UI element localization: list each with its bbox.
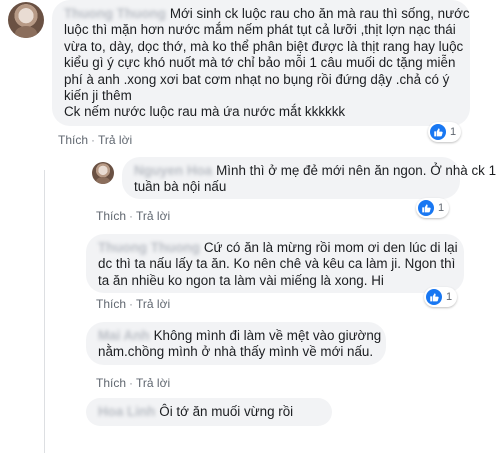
separator-dot: · <box>129 376 134 390</box>
comment-text-line: tuần bà nội nấu <box>134 179 227 195</box>
like-link[interactable]: Thích <box>96 376 126 390</box>
reply-link[interactable]: Trả lời <box>98 133 132 147</box>
comment-text-line: kiến ji thêm <box>64 88 132 104</box>
reaction-count: 1 <box>446 291 453 303</box>
comment-text-line: ta ăn nhiều ko ngon ta làm vài miếng là … <box>98 272 384 288</box>
comment-text-line: phí à anh .xong xơi bat cơm nhạt no bụng… <box>64 71 450 87</box>
comment-author[interactable]: Thuong Thuong <box>98 240 200 255</box>
comment-author[interactable]: Nguyen Hoa <box>134 163 212 178</box>
comment-text-line: vừa to, dày, dọc thớ, mà ko thể phân biệ… <box>64 38 464 54</box>
comment-text-line: dc thì ta nấu lấy ta ăn. Ko nên chê và k… <box>98 256 456 272</box>
comment-text-line: Ôi tớ ăn muối vừng rồi <box>159 404 294 419</box>
separator-dot: · <box>129 209 134 223</box>
like-link[interactable]: Thích <box>58 133 88 147</box>
comment-actions: Thích · Trả lời <box>96 376 170 390</box>
comment-actions: Thích · Trả lời <box>58 133 132 147</box>
comment-bubble: Thuong Thuong Mới sinh ck luộc rau cho ăn… <box>52 0 470 126</box>
reply-bubble: Hoa Linh Ôi tớ ăn muối vừng rồi <box>86 398 332 426</box>
reaction-count: 1 <box>450 126 457 138</box>
reply-link[interactable]: Trả lời <box>136 209 170 223</box>
comment-text-line: kiểu gì ý cực khó nuốt mà tớ chỉ bảo mỗi… <box>64 55 456 71</box>
thumbs-up-icon <box>426 289 442 305</box>
reply-link[interactable]: Trả lời <box>136 376 170 390</box>
like-link[interactable]: Thích <box>96 297 126 311</box>
reply-bubble: Mai Anh Không mình đi làm về mệt vào giườ… <box>86 322 386 365</box>
reply-bubble: Thuong Thuong Cứ có ăn là mừng rồi mom ơi… <box>86 234 464 293</box>
reaction-badge[interactable]: 1 <box>424 287 458 307</box>
reply-link[interactable]: Trả lời <box>136 297 170 311</box>
thumbs-up-icon <box>418 200 434 216</box>
like-link[interactable]: Thích <box>96 209 126 223</box>
comment-author[interactable]: Hoa Linh <box>98 404 155 419</box>
thumbs-up-icon <box>430 124 446 140</box>
avatar[interactable] <box>8 2 44 38</box>
comment-text-line: Cứ có ăn là mừng rồi mom ơi den lúc di l… <box>203 240 458 255</box>
reaction-count: 1 <box>438 202 445 214</box>
reply-thread-line <box>44 170 45 453</box>
reaction-badge[interactable]: 1 <box>416 198 450 218</box>
comment-author[interactable]: Mai Anh <box>98 328 150 343</box>
comment-text-line: Mới sinh ck luộc rau cho ăn mà rau thì s… <box>169 6 470 21</box>
reply-bubble: Nguyen Hoa Mình thì ở mẹ đẻ mới nên ăn ng… <box>122 157 496 199</box>
comment-actions: Thích · Trả lời <box>96 297 170 311</box>
comment-text-line: Mình thì ở mẹ đẻ mới nên ăn ngon. Ở nhà … <box>216 163 497 178</box>
comment-text-line: luộc thì mặn hơn nước mắm nếm phát tụt c… <box>64 22 456 38</box>
comment-author[interactable]: Thuong Thuong <box>64 6 166 21</box>
comment-actions: Thích · Trả lời <box>96 209 170 223</box>
comment-text-line: Ck nếm nước luộc rau mà ứa nước mắt kkkk… <box>64 104 346 120</box>
separator-dot: · <box>91 133 96 147</box>
separator-dot: · <box>129 297 134 311</box>
avatar[interactable] <box>92 162 114 184</box>
comment-text-line: nằm.chồng mình ở nhà thấy mình về mới nấ… <box>98 344 374 360</box>
comment-text-line: Không mình đi làm về mệt vào giường <box>153 328 382 343</box>
reaction-badge[interactable]: 1 <box>428 122 462 142</box>
